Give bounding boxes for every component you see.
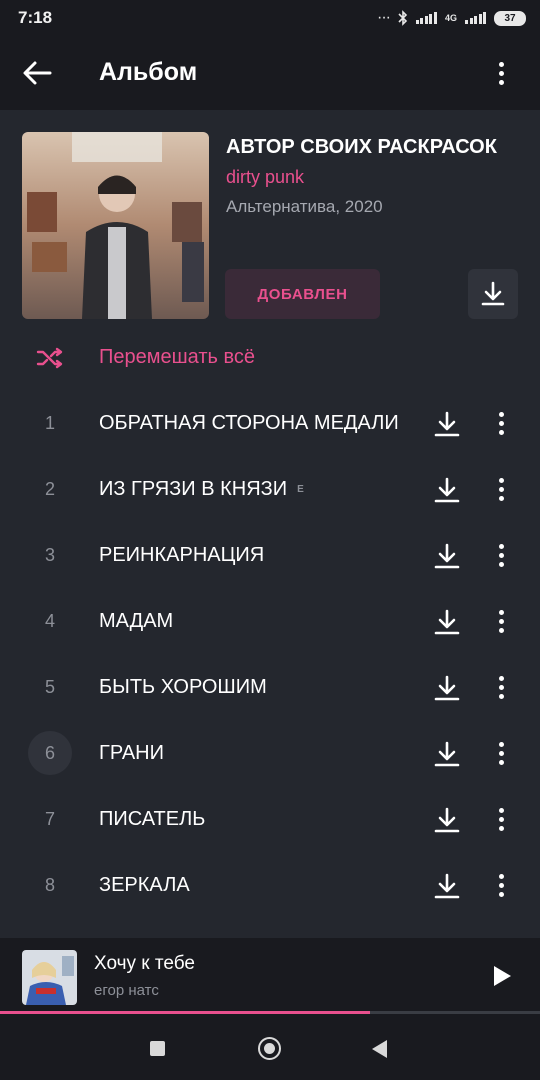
download-icon[interactable] [433,476,461,504]
download-album-button[interactable] [468,269,518,319]
download-icon[interactable] [433,806,461,834]
bluetooth-icon [398,10,408,26]
track-more-options-icon[interactable] [489,870,513,900]
system-nav-bar [0,1014,540,1080]
page-title: Альбом [99,58,198,86]
recents-icon[interactable] [150,1041,165,1056]
track-title: МАДАМ [99,610,174,632]
network-type: 4G [444,13,457,23]
track-row[interactable]: 6 ГРАНИ [0,720,540,786]
track-title: ОБРАТНАЯ СТОРОНА МЕДАЛИ [99,412,399,434]
battery-icon: 37 [494,10,526,26]
track-row[interactable]: 1 ОБРАТНАЯ СТОРОНА МЕДАЛИ [0,390,540,456]
download-icon[interactable] [433,542,461,570]
play-icon[interactable] [490,964,514,988]
track-number: 5 [44,676,55,697]
more-dots-icon: ··· [377,9,391,26]
track-title: ИЗ ГРЯЗИ В КНЯЗИ E [99,478,304,500]
explicit-badge: E [297,484,304,495]
more-options-icon[interactable] [489,58,513,88]
nav-back-icon[interactable] [372,1040,387,1058]
track-list: 1 ОБРАТНАЯ СТОРОНА МЕДАЛИ 2 ИЗ ГРЯЗИ В К… [0,390,540,918]
track-more-options-icon[interactable] [489,738,513,768]
shuffle-icon [36,347,63,369]
signal-icon [415,12,437,24]
now-playing-title: Хочу к тебе [94,953,195,974]
signal-icon-2 [465,12,486,24]
download-icon [481,281,505,306]
back-arrow-icon[interactable] [20,58,54,88]
album-artist-link[interactable]: dirty punk [226,167,304,188]
now-playing-artist: егор натс [94,982,159,999]
track-more-options-icon[interactable] [489,672,513,702]
track-more-options-icon[interactable] [489,606,513,636]
track-title: ЗЕРКАЛА [99,874,190,896]
album-cover [22,132,209,319]
track-title: ГРАНИ [99,742,164,764]
album-genre-year: Альтернатива, 2020 [226,197,383,216]
track-number: 7 [44,808,55,829]
track-title: ПИСАТЕЛЬ [99,808,206,830]
track-row[interactable]: 3 РЕИНКАРНАЦИЯ [0,522,540,588]
track-row[interactable]: 7 ПИСАТЕЛЬ [0,786,540,852]
status-bar: 7:18 ··· 4G 37 [0,0,540,36]
download-icon[interactable] [433,674,461,702]
now-playing-cover [22,950,77,1005]
track-number: 8 [44,874,55,895]
track-row[interactable]: 5 БЫТЬ ХОРОШИМ [0,654,540,720]
home-icon[interactable] [258,1037,281,1060]
track-title: РЕИНКАРНАЦИЯ [99,544,265,566]
track-number: 3 [44,544,55,565]
track-row[interactable]: 8 ЗЕРКАЛА [0,852,540,918]
download-icon[interactable] [433,608,461,636]
status-icons: ··· 4G 37 [377,9,526,27]
download-icon[interactable] [433,410,461,438]
track-more-options-icon[interactable] [489,408,513,438]
mini-player[interactable]: Хочу к тебе егор натс [0,938,540,1014]
shuffle-all-button[interactable]: Перемешать всё [0,333,540,383]
download-icon[interactable] [433,740,461,768]
album-title: АВТОР СВОИХ РАСКРАСОК [226,136,497,158]
shuffle-label: Перемешать всё [99,346,256,368]
track-more-options-icon[interactable] [489,474,513,504]
track-more-options-icon[interactable] [489,540,513,570]
track-row[interactable]: 4 МАДАМ [0,588,540,654]
status-time: 7:18 [18,8,53,27]
download-icon[interactable] [433,872,461,900]
track-number: 4 [44,610,55,631]
track-title: БЫТЬ ХОРОШИМ [99,676,267,698]
track-more-options-icon[interactable] [489,804,513,834]
track-number: 6 [28,731,72,775]
track-number: 1 [44,412,55,433]
track-number: 2 [44,478,55,499]
added-button[interactable]: ДОБАВЛЕН [225,269,380,319]
track-row[interactable]: 2 ИЗ ГРЯЗИ В КНЯЗИ E [0,456,540,522]
app-bar: Альбом [0,36,540,110]
